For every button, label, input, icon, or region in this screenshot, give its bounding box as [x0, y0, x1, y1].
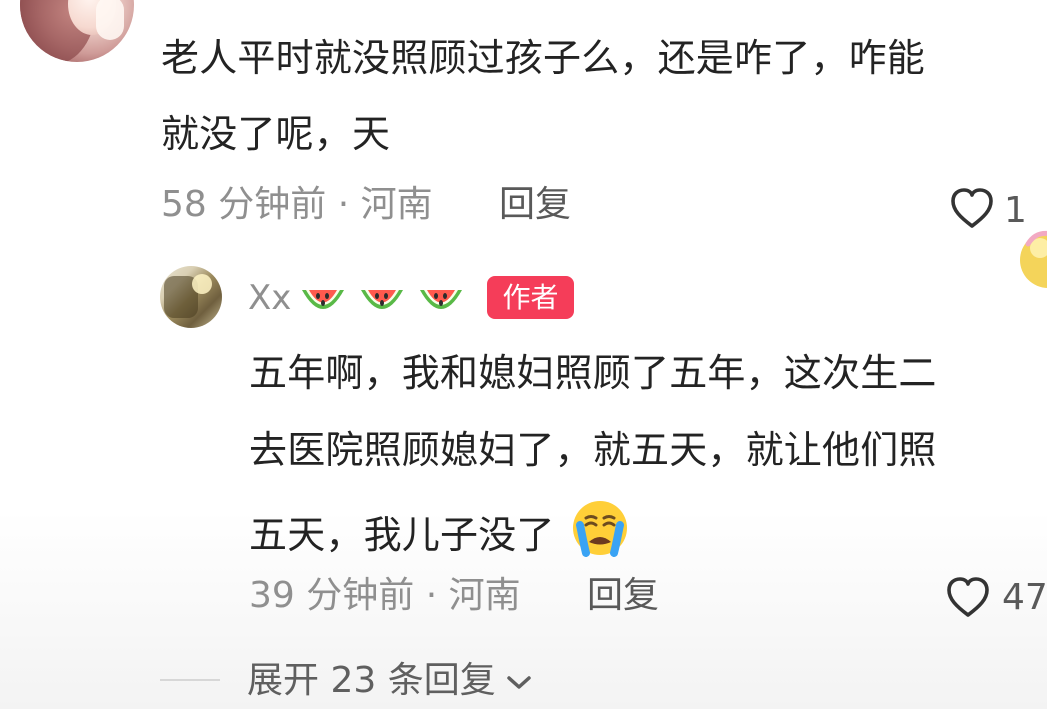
comment-meta: 58 分钟前 · 河南 回复: [161, 184, 571, 226]
reply-meta: 39 分钟前 · 河南 回复: [249, 575, 659, 617]
comment-time: 58 分钟前: [161, 184, 327, 225]
comment-reply-button[interactable]: 回复: [499, 184, 571, 226]
reply-time: 39 分钟前: [249, 575, 415, 616]
heart-icon[interactable]: [948, 186, 996, 230]
reply-meta-separator: ·: [414, 575, 449, 616]
comment-meta-separator: ·: [326, 184, 361, 225]
comment-text-line-1: 老人平时就没照顾过孩子么，还是咋了，咋能: [161, 36, 926, 80]
heart-icon[interactable]: [944, 575, 992, 619]
reply-text-line-3-text: 五天，我儿子没了: [249, 513, 555, 557]
reply-text-line-1: 五年啊，我和媳妇照顾了五年，这次生二: [249, 351, 937, 395]
reply-reply-button[interactable]: 回复: [587, 575, 659, 617]
reply-text-line-2: 去医院照顾媳妇了，就五天，就让他们照: [249, 428, 937, 472]
expand-replies-button[interactable]: 展开 23 条回复: [247, 660, 532, 702]
reply-location: 河南: [448, 575, 521, 616]
reply-text-line-3: 五天，我儿子没了: [249, 499, 1047, 559]
watermelon-icon: [361, 290, 403, 309]
watermelon-icon: [420, 290, 462, 309]
comment-avatar[interactable]: [20, 0, 134, 62]
chevron-down-icon: [506, 675, 531, 689]
expand-divider: [160, 679, 220, 681]
comment-location: 河南: [360, 184, 433, 225]
expand-replies-label: 展开 23 条回复: [247, 660, 496, 701]
author-badge: 作者: [487, 276, 574, 319]
watermelon-icon: [302, 290, 344, 309]
sticker-icon: [1020, 230, 1047, 288]
reply-avatar-light: [192, 274, 212, 294]
reply-like-count: 47: [1002, 577, 1047, 618]
avatar-hand: [96, 0, 124, 40]
crying-face-icon: [572, 501, 627, 557]
comment-text-line-2: 就没了呢，天: [161, 112, 391, 156]
reply-avatar[interactable]: [160, 266, 222, 328]
reply-username[interactable]: Xx: [248, 277, 291, 319]
